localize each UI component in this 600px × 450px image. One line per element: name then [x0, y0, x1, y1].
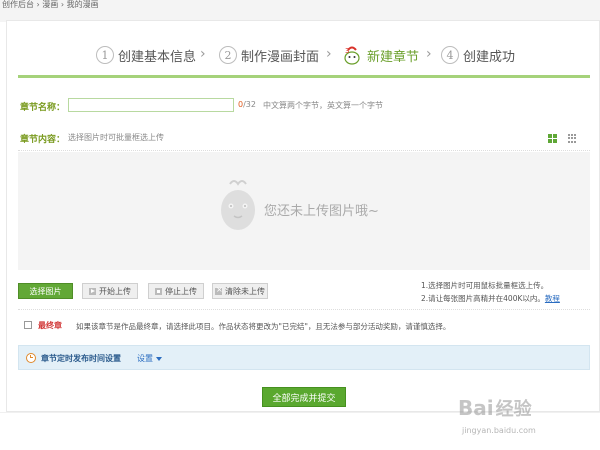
empty-state: 您还未上传图片哦~ [216, 178, 416, 238]
final-chapter-label: 最终章 [38, 321, 62, 330]
char-count: 0/32 [238, 100, 256, 109]
chapter-name-label: 章节名称： [20, 103, 66, 113]
chevron-right-icon: › [200, 46, 206, 62]
schedule-bar: 章节定时发布时间设置 设置 [18, 345, 590, 370]
mascot-icon: 3 [341, 44, 363, 66]
caret-down-icon [156, 356, 162, 361]
schedule-settings-label: 设置 [137, 354, 153, 363]
clear-pending-label: 清除未上传 [225, 286, 265, 296]
watermark-logo-latin: Bai [458, 396, 494, 420]
large-grid-view-icon[interactable] [548, 134, 557, 143]
baidu-watermark: Bai 经验 jingyan.baidu.com [452, 392, 592, 444]
tutorial-link[interactable]: 教程 [545, 294, 560, 303]
tip-line-1: 1.选择图片时可用鼠标批量框选上传。 [421, 281, 549, 290]
small-grid-view-icon[interactable] [568, 134, 577, 143]
stop-upload-label: 停止上传 [165, 286, 197, 296]
step-3: 3 新建章节 [341, 42, 419, 68]
final-chapter-desc: 如果该章节是作品最终章，请选择此项目。作品状态将更改为"已完结"，且无法参与部分… [76, 322, 451, 331]
start-upload-label: 开始上传 [99, 286, 131, 296]
select-images-button[interactable]: 选择图片 [18, 283, 73, 299]
step-divider [18, 75, 590, 78]
step-1: 1 创建基本信息 [96, 42, 196, 68]
clock-icon [26, 353, 36, 363]
step-label: 制作漫画封面 [241, 49, 320, 65]
step-number: 2 [219, 46, 237, 64]
chevron-right-icon: › [326, 46, 332, 62]
watermark-url: jingyan.baidu.com [462, 426, 536, 435]
tip-line-2: 2.请让每张图片高精并在400K以内。教程 [421, 292, 560, 305]
upload-tips: 1.选择图片时可用鼠标批量框选上传。 2.请让每张图片高精并在400K以内。教程 [421, 279, 560, 305]
empty-mascot-icon [216, 178, 258, 237]
char-count-max: /32 [243, 100, 256, 109]
chapter-content-label: 章节内容： [20, 135, 66, 145]
stop-upload-button[interactable]: 停止上传 [148, 283, 204, 299]
divider [18, 309, 590, 310]
svg-text:3: 3 [345, 47, 349, 55]
empty-state-text: 您还未上传图片哦~ [264, 204, 379, 219]
chevron-right-icon: › [426, 46, 432, 62]
tip-line-2-text: 2.请让每张图片高精并在400K以内。 [421, 294, 545, 303]
schedule-title: 章节定时发布时间设置 [41, 354, 121, 363]
watermark-logo-cn: 经验 [495, 399, 532, 420]
divider [18, 150, 590, 151]
step-4: 4 创建成功 [441, 42, 515, 68]
chapter-name-hint: 中文算两个字节，英文算一个字节 [263, 101, 383, 110]
step-2: 2 制作漫画封面 [219, 42, 319, 68]
schedule-settings-dropdown[interactable]: 设置 [137, 353, 162, 364]
step-label: 新建章节 [367, 49, 420, 65]
top-bar: 创作后台 › 漫画 › 我的漫画 [0, 0, 600, 22]
step-label: 创建成功 [463, 49, 516, 65]
chapter-content-hint: 选择图片时可批量框选上传 [68, 133, 164, 142]
stop-icon [155, 287, 162, 295]
step-number: 4 [441, 46, 459, 64]
breadcrumb[interactable]: 创作后台 › 漫画 › 我的漫画 [2, 0, 99, 10]
clear-pending-button[interactable]: 清除未上传 [212, 283, 268, 299]
watermark-logo: Bai 经验 [458, 395, 532, 421]
step-label: 创建基本信息 [118, 49, 197, 65]
final-chapter-checkbox[interactable] [24, 321, 32, 329]
chapter-name-input[interactable] [68, 98, 234, 112]
submit-all-button[interactable]: 全部完成并提交 [262, 387, 346, 407]
start-upload-button[interactable]: 开始上传 [82, 283, 138, 299]
step-number: 1 [96, 46, 114, 64]
clear-icon [215, 285, 223, 295]
step-progress: 1 创建基本信息 › 2 制作漫画封面 › 3 新建章节 › 4 创建成功 [0, 42, 600, 68]
play-icon [89, 287, 96, 295]
